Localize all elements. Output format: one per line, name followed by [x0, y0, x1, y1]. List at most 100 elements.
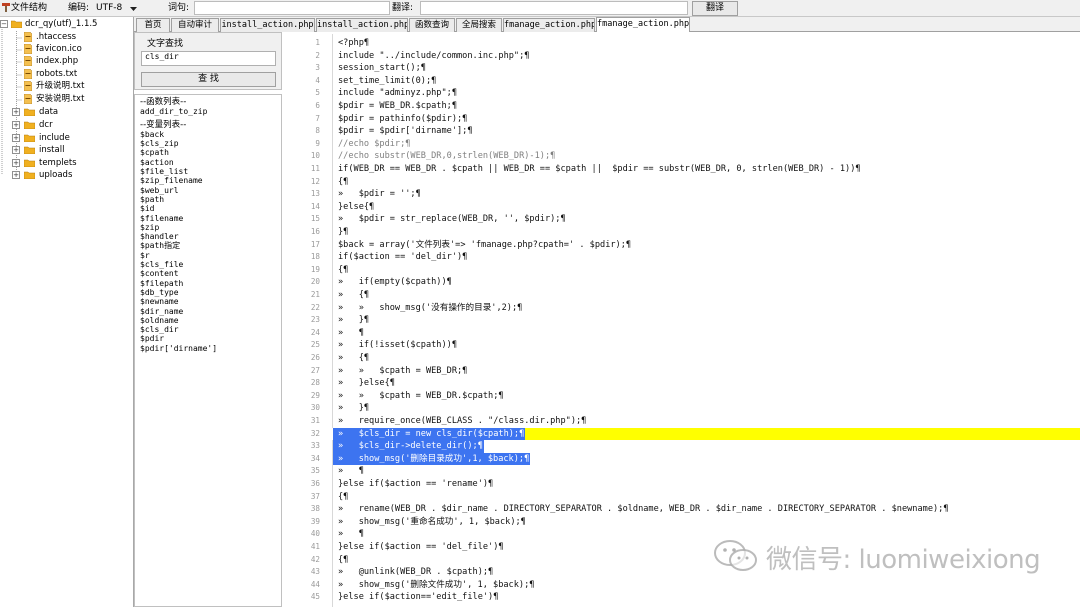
variable-item[interactable]: $r [140, 251, 281, 260]
code-line[interactable]: 39 » show_msg('重命名成功', 1, $back);¶ [300, 516, 1080, 529]
variable-item[interactable]: $back [140, 130, 281, 139]
code-line[interactable]: 7 $pdir = pathinfo($pdir);¶ [300, 113, 1080, 126]
variable-item[interactable]: $id [140, 204, 281, 213]
code-line[interactable]: 36}else if($action == 'rename')¶ [300, 478, 1080, 491]
chevron-down-icon[interactable] [129, 4, 138, 13]
code-line[interactable]: 2 include "../include/common.inc.php";¶ [300, 50, 1080, 63]
variable-item[interactable]: $filename [140, 214, 281, 223]
variable-item[interactable]: $path [140, 195, 281, 204]
variable-item[interactable]: $oldname [140, 316, 281, 325]
expand-icon[interactable]: + [12, 121, 20, 129]
code-line[interactable]: 38 » rename(WEB_DR . $dir_name . DIRECTOR… [300, 503, 1080, 516]
variable-item[interactable]: $content [140, 269, 281, 278]
code-line[interactable]: 20 » if(empty($cpath))¶ [300, 276, 1080, 289]
code-line[interactable]: 11 if(WEB_DR == WEB_DR . $cpath || WEB_DR… [300, 163, 1080, 176]
code-line[interactable]: 1 <?php¶ [300, 37, 1080, 50]
symbol-list[interactable]: --函数列表-- add_dir_to_zip --变量列表-- $back $cls_… [134, 94, 282, 607]
expand-icon[interactable]: + [12, 146, 20, 154]
code-line[interactable]: 26 » {¶ [300, 352, 1080, 365]
code-line[interactable]: 10 //echo substr(WEB_DR,0,strlen(WEB_DR)-… [300, 150, 1080, 163]
tree-folder-item[interactable]: + templets [0, 157, 134, 169]
code-line[interactable]: 25 » if(!isset($cpath))¶ [300, 339, 1080, 352]
tree-file-item[interactable]: 安装说明.txt [0, 93, 134, 105]
code-line[interactable]: 5 include "adminyz.php";¶ [300, 87, 1080, 100]
tree-folder-item[interactable]: + install [0, 144, 134, 156]
variable-item[interactable]: $zip_filename [140, 176, 281, 185]
code-line[interactable]: 24 » ¶ [300, 327, 1080, 340]
variable-item[interactable]: $cls_zip [140, 139, 281, 148]
code-line[interactable]: 32 » $cls_dir = new cls_dir($cpath);¶ [300, 427, 1080, 441]
variable-item[interactable]: $db_type [140, 288, 281, 297]
tree-file-item[interactable]: 升级说明.txt [0, 80, 134, 92]
tab-auto-audit[interactable]: 自动审计 [171, 18, 219, 32]
code-line[interactable]: 13 » $pdir = '';¶ [300, 188, 1080, 201]
variable-item[interactable]: $cls_dir [140, 325, 281, 334]
code-line[interactable]: 37 {¶ [300, 491, 1080, 504]
variable-item[interactable]: $cpath [140, 148, 281, 157]
code-line[interactable]: 22 » » show_msg('没有操作的目录',2);¶ [300, 302, 1080, 315]
collapse-icon[interactable]: − [0, 20, 8, 28]
code-line[interactable]: 12 {¶ [300, 176, 1080, 189]
variable-item[interactable]: $zip [140, 223, 281, 232]
word-input[interactable] [194, 1, 390, 15]
tab-home[interactable]: 首页 [136, 18, 170, 32]
translate-input[interactable] [420, 1, 688, 15]
code-line[interactable]: 16}¶ [300, 226, 1080, 239]
expand-icon[interactable]: + [12, 171, 20, 179]
file-structure-label[interactable]: 文件结构 [11, 2, 47, 15]
code-line[interactable]: 8 $pdir = $pdir['dirname'];¶ [300, 125, 1080, 138]
code-line[interactable]: 17 $back = array('文件列表'=> 'fmanage.php?cp… [300, 239, 1080, 252]
variable-item[interactable]: $newname [140, 297, 281, 306]
tab-fmanage-action-2[interactable]: fmanage_action.php [596, 17, 690, 32]
code-line[interactable]: 3 session_start();¶ [300, 62, 1080, 75]
code-line[interactable]: 27 » » $cpath = WEB_DR;¶ [300, 365, 1080, 378]
variable-item[interactable]: $dir_name [140, 307, 281, 316]
code-line[interactable]: 18 if($action == 'del_dir')¶ [300, 251, 1080, 264]
code-line[interactable]: 45}else if($action=='edit_file')¶ [300, 591, 1080, 604]
expand-icon[interactable]: + [12, 159, 20, 167]
expand-icon[interactable]: + [12, 134, 20, 142]
tree-root[interactable]: − dcr_qy(utf)_1.1.5 [0, 18, 134, 30]
code-line[interactable]: 14}else{¶ [300, 201, 1080, 214]
code-line[interactable]: 29 » » $cpath = WEB_DR.$cpath;¶ [300, 390, 1080, 403]
code-line[interactable]: 21 » {¶ [300, 289, 1080, 302]
tab-install-action-1[interactable]: install_action.php [220, 18, 315, 32]
tab-function-query[interactable]: 函数查询 [409, 18, 455, 32]
tab-fmanage-action-1[interactable]: fmanage_action.php [503, 18, 595, 32]
code-line[interactable]: 4 set_time_limit(0);¶ [300, 75, 1080, 88]
code-line[interactable]: 44 » show_msg('删除文件成功', 1, $back);¶ [300, 579, 1080, 592]
code-line[interactable]: 6 $pdir = WEB_DR.$cpath;¶ [300, 100, 1080, 113]
code-line[interactable]: 30 » }¶ [300, 402, 1080, 415]
tree-file-item[interactable]: robots.txt [0, 68, 134, 80]
tab-install-action-2[interactable]: install_action.php [316, 18, 408, 32]
code-line[interactable]: 35 » ¶ [300, 465, 1080, 478]
code-line[interactable]: 15 » $pdir = str_replace(WEB_DR, '', $pdi… [300, 213, 1080, 226]
code-line[interactable]: 33 » $cls_dir->delete_dir();¶ [300, 440, 1080, 453]
function-item[interactable]: add_dir_to_zip [140, 107, 281, 116]
tab-global-search[interactable]: 全局搜索 [456, 18, 502, 32]
variable-item[interactable]: $web_url [140, 186, 281, 195]
code-line[interactable]: 31 » require_once(WEB_CLASS . "/class.dir… [300, 415, 1080, 428]
translate-button[interactable]: 翻译 [692, 1, 738, 16]
tree-file-item[interactable]: .htaccess [0, 31, 134, 43]
tree-file-item[interactable]: favicon.ico [0, 43, 134, 55]
variable-item[interactable]: $path指定 [140, 241, 281, 250]
code-line[interactable]: 23 » }¶ [300, 314, 1080, 327]
code-line[interactable]: 28 » }else{¶ [300, 377, 1080, 390]
tree-folder-item[interactable]: + data [0, 106, 134, 118]
variable-item[interactable]: $cls_file [140, 260, 281, 269]
variable-item[interactable]: $filepath [140, 279, 281, 288]
code-editor[interactable]: 1 <?php¶ 2 include "../include/common.inc.p… [300, 34, 1080, 607]
encoding-select[interactable]: UTF-8 [96, 2, 122, 15]
variable-item[interactable]: $pdir['dirname'] [140, 344, 281, 353]
variable-item[interactable]: $file_list [140, 167, 281, 176]
code-line[interactable]: 9 //echo $pdir;¶ [300, 138, 1080, 151]
code-line[interactable]: 19 {¶ [300, 264, 1080, 277]
search-input[interactable]: cls_dir [141, 51, 276, 66]
search-button[interactable]: 查 找 [141, 72, 276, 87]
tree-folder-item[interactable]: + uploads [0, 169, 134, 181]
expand-icon[interactable]: + [12, 108, 20, 116]
variable-item[interactable]: $pdir [140, 334, 281, 343]
variable-item[interactable]: $action [140, 158, 281, 167]
code-line[interactable]: 34 » show_msg('删除目录成功',1, $back);¶ [300, 452, 1080, 466]
